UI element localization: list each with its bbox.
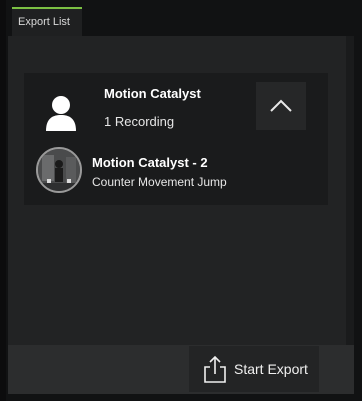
collapse-group-button[interactable] <box>256 82 306 130</box>
group-title: Motion Catalyst <box>104 86 201 101</box>
panel-scroll-edge <box>346 36 354 394</box>
start-export-label: Start Export <box>234 361 308 377</box>
left-edge <box>0 0 6 401</box>
export-window: Export List Motion Catalyst 1 Recording <box>0 0 362 401</box>
chevron-up-icon <box>270 99 292 112</box>
tab-export-list[interactable]: Export List <box>12 7 82 37</box>
user-icon <box>46 96 76 131</box>
start-export-button[interactable]: Start Export <box>189 346 319 392</box>
group-recording-count: 1 Recording <box>104 114 175 129</box>
list-item[interactable]: Motion Catalyst - 2 Counter Movement Jum… <box>36 147 326 197</box>
recording-title: Motion Catalyst - 2 <box>92 155 208 170</box>
tab-label: Export List <box>18 16 70 28</box>
thumbnail-image <box>38 149 80 191</box>
share-export-icon <box>204 355 226 383</box>
recording-thumbnail <box>36 147 82 193</box>
recording-subtitle: Counter Movement Jump <box>92 175 227 189</box>
footer-bar: Start Export <box>8 345 354 394</box>
recording-group-card: Motion Catalyst 1 Recording Motion Catal… <box>24 73 328 205</box>
export-list-panel: Motion Catalyst 1 Recording Motion Catal… <box>8 36 354 394</box>
